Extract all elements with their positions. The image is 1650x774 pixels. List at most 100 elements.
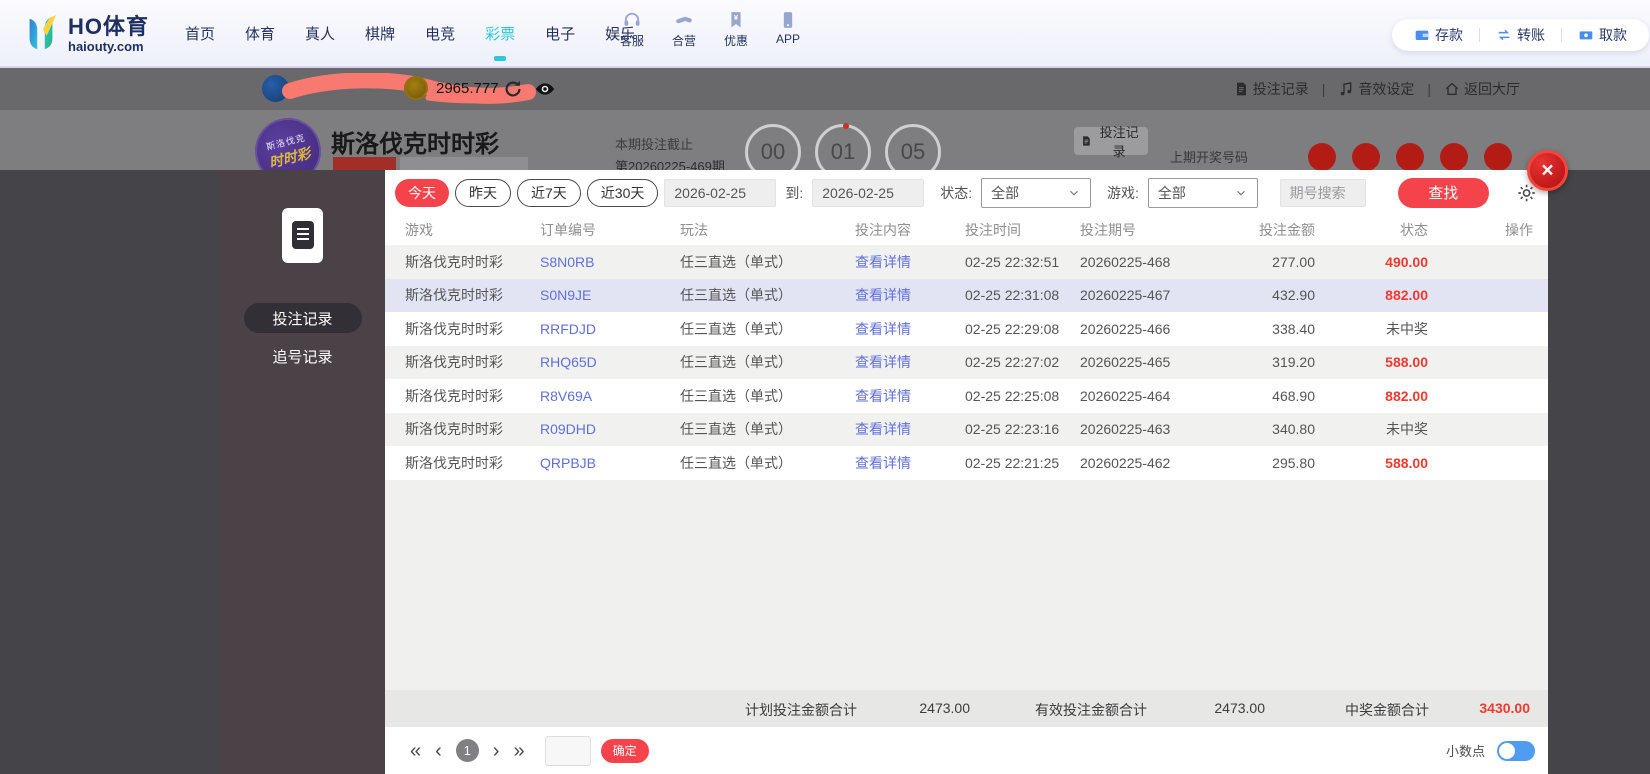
account-link-音效设定[interactable]: 音效设定	[1338, 79, 1414, 99]
range-pill-今天[interactable]: 今天	[395, 178, 449, 207]
wallet-action-取款[interactable]: 取款	[1578, 25, 1627, 45]
quick-item-优惠[interactable]: ¥ 优惠	[716, 10, 756, 49]
account-link-返回大厅[interactable]: 返回大厅	[1444, 79, 1520, 99]
wallet-action-label: 转账	[1517, 27, 1545, 43]
bet-records-button[interactable]: 投注记录	[1074, 125, 1148, 159]
cell-order-link[interactable]: RRFDJD	[540, 321, 680, 337]
play-tab-active[interactable]	[333, 157, 396, 170]
cell-order-link[interactable]: RHQ65D	[540, 354, 680, 370]
doc-icon	[1083, 136, 1090, 146]
cell-detail-link[interactable]: 查看详情	[855, 319, 965, 339]
cell-detail-link[interactable]: 查看详情	[855, 419, 965, 439]
page-confirm-button[interactable]: 确定	[600, 738, 649, 763]
cell-order-link[interactable]: R8V69A	[540, 388, 680, 404]
nav-item-体育[interactable]: 体育	[238, 23, 282, 44]
lottery-ball	[1484, 143, 1512, 171]
sidebar-item-投注记录[interactable]: 投注记录	[243, 303, 362, 333]
last-page-button[interactable]: »	[513, 741, 524, 761]
nav-item-真人[interactable]: 真人	[298, 23, 342, 44]
quick-range-group: 今天 昨天 近7天 近30天	[395, 178, 659, 207]
page-dimmed-background: 2965.777 投注记录 | 音效设定 | 返回大厅 斯洛伐克 时时彩 斯洛伐克时时彩…	[0, 68, 1650, 774]
search-button[interactable]: 查找	[1397, 177, 1489, 208]
brand-logo[interactable]: HO体育 haiouty.com	[22, 12, 149, 56]
cell-order-link[interactable]: S8N0RB	[540, 254, 680, 270]
cell-period: 20260225-467	[1080, 287, 1171, 304]
note-icon	[1338, 81, 1354, 97]
cell-status: 588.00	[1385, 354, 1428, 371]
nav-item-电子[interactable]: 电子	[538, 23, 582, 44]
valid-total-label: 有效投注金额合计	[1035, 702, 1147, 718]
table-row: 斯洛伐克时时彩 R8V69A 任三直选（单式） 查看详情 02-25 22:25:08 2…	[385, 379, 1548, 413]
cell-period: 20260225-468	[1080, 253, 1171, 270]
table-row: 斯洛伐克时时彩 QRPBJB 任三直选（单式） 查看详情 02-25 22:21:25 2…	[385, 446, 1548, 480]
cell-order-link[interactable]: R09DHD	[540, 421, 680, 437]
wallet-action-label: 取款	[1599, 27, 1627, 43]
next-page-button[interactable]: ›	[493, 741, 500, 761]
first-page-button[interactable]: «	[410, 741, 421, 761]
cell-status: 未中奖	[1386, 320, 1428, 337]
lottery-ball	[1308, 143, 1336, 171]
date-from-input[interactable]	[664, 178, 777, 207]
quick-item-合营[interactable]: 合营	[664, 10, 704, 49]
cell-play: 任三直选（单式）	[680, 287, 792, 304]
cell-play: 任三直选（单式）	[680, 387, 792, 404]
game-header: 斯洛伐克 时时彩 斯洛伐克时时彩 本期投注截止 第20260225-469期 0…	[0, 110, 1650, 192]
status-select[interactable]: 全部	[981, 177, 1091, 208]
play-tab[interactable]	[400, 157, 528, 170]
quick-item-客服[interactable]: 客服	[612, 10, 652, 49]
nav-item-电竞[interactable]: 电竞	[418, 23, 462, 44]
coin-icon	[404, 76, 428, 100]
page-number-input[interactable]	[544, 735, 591, 766]
cell-detail-link[interactable]: 查看详情	[855, 453, 965, 473]
screen: HO体育 haiouty.com 首页 体育 真人 棋牌 电竞 彩票 电子 娱乐 客服 合营 ¥ 优…	[0, 0, 1650, 774]
column-header-状态: 状态	[1400, 222, 1428, 238]
wallet-action-转账[interactable]: 转账	[1496, 25, 1545, 45]
cell-time: 02-25 22:23:16	[965, 421, 1060, 438]
handshake-icon	[674, 10, 694, 30]
cell-period: 20260225-464	[1080, 387, 1171, 404]
cell-time: 02-25 22:21:25	[965, 454, 1060, 471]
range-pill-昨天[interactable]: 昨天	[455, 178, 511, 207]
cell-detail-link[interactable]: 查看详情	[855, 352, 965, 372]
table-body: 斯洛伐克时时彩 S8N0RB 任三直选（单式） 查看详情 02-25 22:32:51 2…	[385, 245, 1548, 480]
records-icon-tile	[282, 208, 323, 263]
account-bar-links: 投注记录 | 音效设定 | 返回大厅	[1233, 68, 1520, 110]
cell-detail-link[interactable]: 查看详情	[855, 252, 965, 272]
date-to-input[interactable]	[812, 178, 925, 207]
close-modal-button[interactable]: ×	[1527, 150, 1568, 191]
brand-logo-icon	[29, 15, 57, 50]
current-page-badge[interactable]: 1	[455, 739, 479, 762]
cell-order-link[interactable]: QRPBJB	[540, 455, 680, 471]
refresh-icon[interactable]	[502, 78, 524, 100]
cell-detail-link[interactable]: 查看详情	[855, 285, 965, 305]
home-icon	[1444, 81, 1460, 97]
game-title: 斯洛伐克时时彩	[331, 131, 499, 158]
account-link-投注记录[interactable]: 投注记录	[1233, 79, 1309, 99]
to-label: 到:	[785, 184, 804, 201]
sidebar-item-追号记录[interactable]: 追号记录	[244, 341, 362, 371]
prev-page-button[interactable]: ‹	[435, 741, 442, 761]
decimal-toggle[interactable]	[1497, 740, 1535, 761]
cell-game: 斯洛伐克时时彩	[405, 421, 503, 438]
win-total-value: 3430.00	[1479, 700, 1530, 716]
table-row: 斯洛伐克时时彩 S8N0RB 任三直选（单式） 查看详情 02-25 22:32:51 2…	[385, 245, 1548, 279]
cell-game: 斯洛伐克时时彩	[405, 387, 503, 404]
nav-item-首页[interactable]: 首页	[178, 23, 222, 44]
pagination-bar: « ‹ 1 › » 确定 小数点	[385, 727, 1548, 774]
divider: |	[1321, 81, 1326, 97]
nav-item-棋牌[interactable]: 棋牌	[358, 23, 402, 44]
game-select[interactable]: 全部	[1147, 177, 1258, 208]
range-pill-近7天[interactable]: 近7天	[517, 178, 581, 207]
period-search-input[interactable]	[1279, 178, 1366, 207]
deposit-icon	[1414, 27, 1430, 43]
wallet-action-存款[interactable]: 存款	[1414, 25, 1463, 45]
bet-records-modal: 今天昨天近7天近30天 到: 状态: 全部 游戏: 全部 查找	[385, 170, 1548, 774]
cell-order-link[interactable]: S0N9JE	[540, 287, 680, 303]
cell-detail-link[interactable]: 查看详情	[855, 386, 965, 406]
divider	[1561, 28, 1562, 42]
visibility-eye-icon[interactable]	[534, 78, 556, 100]
range-pill-近30天[interactable]: 近30天	[586, 178, 659, 207]
quick-item-APP[interactable]: APP	[768, 10, 808, 49]
cell-amount: 432.90	[1272, 287, 1315, 304]
nav-item-彩票[interactable]: 彩票	[478, 23, 522, 44]
